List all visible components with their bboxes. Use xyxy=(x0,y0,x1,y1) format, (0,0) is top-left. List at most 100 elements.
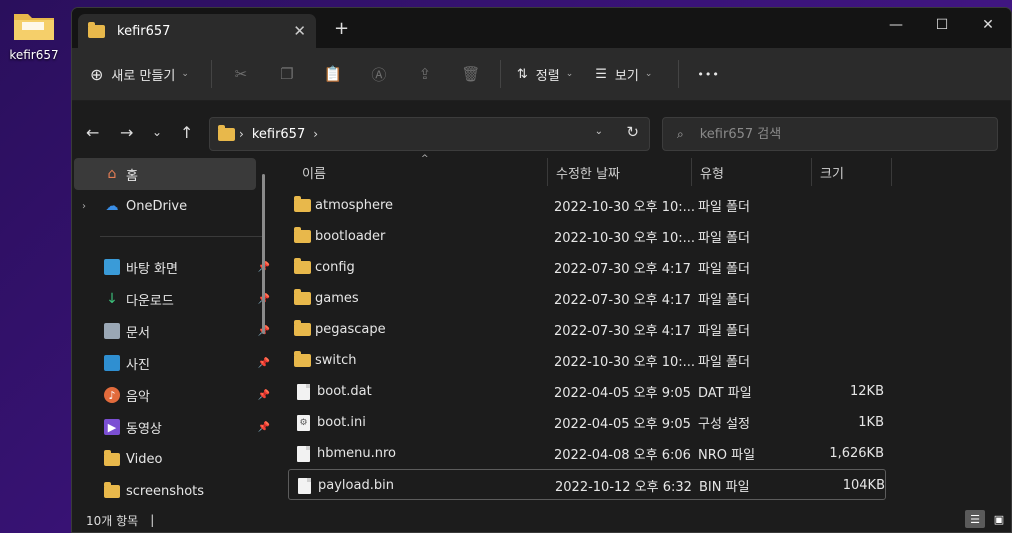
forward-arrow-icon[interactable]: → xyxy=(120,123,133,142)
toolbar-divider xyxy=(210,60,212,88)
sidebar-item-home[interactable]: ⌂ 홈 xyxy=(74,158,256,190)
file-type: BIN 파일 xyxy=(699,480,750,495)
column-header-size[interactable]: 크기 xyxy=(812,158,892,186)
details-view-icon[interactable]: ☰ xyxy=(965,510,985,528)
file-size: 1,626KB xyxy=(829,446,884,461)
toolbar-divider xyxy=(678,60,680,88)
navigation-pane: ⌂ 홈 › ☁ OneDrive 바탕 화면 📌 ↓ 다운로드 📌 문서 xyxy=(72,158,272,506)
sidebar-item-videos[interactable]: ▶ 동영상 📌 xyxy=(72,411,272,443)
cut-icon[interactable]: ✂ xyxy=(218,58,264,90)
file-type: 파일 폴더 xyxy=(698,200,750,215)
pin-icon: 📌 xyxy=(257,421,270,433)
minimize-button[interactable]: — xyxy=(873,8,919,42)
plus-circle-icon: ⊕ xyxy=(90,64,104,84)
column-header-modified[interactable]: 수정한 날짜 xyxy=(548,158,692,186)
sidebar-item-label: 사진 xyxy=(126,357,150,373)
sidebar-item-pictures[interactable]: 사진 📌 xyxy=(72,347,272,379)
search-box[interactable]: ⌕ xyxy=(662,117,998,151)
address-bar[interactable]: › kefir657 › ⌄ ↻ xyxy=(209,117,650,151)
table-row[interactable]: atmosphere 2022-10-30 오후 10:... 파일 폴더 xyxy=(276,190,1011,221)
sort-button[interactable]: ⇅ 정렬 ⌄ xyxy=(517,65,573,84)
file-icon xyxy=(298,477,311,494)
toolbar-divider xyxy=(499,60,501,88)
search-input[interactable] xyxy=(699,126,980,142)
table-row[interactable]: hbmenu.nro 2022-04-08 오후 6:06 NRO 파일 1,626K… xyxy=(276,438,1011,469)
table-row[interactable]: bootloader 2022-10-30 오후 10:... 파일 폴더 xyxy=(276,221,1011,252)
sidebar-item-documents[interactable]: 문서 📌 xyxy=(72,315,272,347)
sidebar-item-onedrive[interactable]: › ☁ OneDrive xyxy=(72,190,272,222)
sidebar-item-label: Video xyxy=(126,451,163,467)
maximize-button[interactable]: ☐ xyxy=(919,8,965,42)
sidebar-item-label: 바탕 화면 xyxy=(126,261,178,277)
desktop-icon-label: kefir657 xyxy=(9,48,59,62)
chevron-down-icon: ⌄ xyxy=(181,69,189,79)
cloud-icon: ☁ xyxy=(105,198,119,214)
sidebar-item-music[interactable]: ♪ 음악 📌 xyxy=(72,379,272,411)
music-icon: ♪ xyxy=(104,387,120,403)
close-window-button[interactable]: ✕ xyxy=(965,8,1011,42)
file-type: 파일 폴더 xyxy=(698,293,750,308)
file-name: boot.dat xyxy=(317,384,372,399)
table-row[interactable]: pegascape 2022-07-30 오후 4:17 파일 폴더 xyxy=(276,314,1011,345)
sidebar-item-label: 동영상 xyxy=(126,421,162,437)
table-row[interactable]: payload.bin 2022-10-12 오후 6:32 BIN 파일 104KB xyxy=(288,469,886,500)
column-header-type[interactable]: 유형 xyxy=(692,158,812,186)
sidebar-item-video-folder[interactable]: Video xyxy=(72,443,272,475)
breadcrumb-item[interactable]: kefir657 xyxy=(252,127,305,142)
expand-chevron-icon[interactable]: › xyxy=(82,201,86,212)
file-icon xyxy=(297,445,310,462)
share-icon[interactable]: ⇪ xyxy=(402,58,448,90)
table-row[interactable]: config 2022-07-30 오후 4:17 파일 폴더 xyxy=(276,252,1011,283)
home-icon: ⌂ xyxy=(107,166,117,182)
file-type: NRO 파일 xyxy=(698,448,756,463)
file-name: boot.ini xyxy=(317,415,366,430)
view-button[interactable]: ☰ 보기 ⌄ xyxy=(595,65,652,84)
copy-icon[interactable]: ❐ xyxy=(264,58,310,90)
up-arrow-icon[interactable]: ↑ xyxy=(180,123,193,142)
desktop-folder-icon[interactable]: kefir657 xyxy=(4,6,64,62)
sidebar-item-screenshots[interactable]: screenshots xyxy=(72,475,272,507)
file-type: 파일 폴더 xyxy=(698,355,750,370)
refresh-icon[interactable]: ↻ xyxy=(626,123,639,141)
sidebar-item-desktop[interactable]: 바탕 화면 📌 xyxy=(72,251,272,283)
sidebar-scrollbar[interactable] xyxy=(262,174,265,334)
file-list: ^ 이름 수정한 날짜 유형 크기 atmosphere 2022-10-30 오… xyxy=(276,154,1011,506)
table-row[interactable]: ⚙ boot.ini 2022-04-05 오후 9:05 구성 설정 1KB xyxy=(276,407,1011,438)
column-header-row: ^ 이름 수정한 날짜 유형 크기 xyxy=(276,154,1011,190)
file-type: 구성 설정 xyxy=(698,417,750,432)
folder-icon xyxy=(294,196,311,212)
file-name: bootloader xyxy=(315,229,386,244)
rename-icon[interactable]: Ⓐ xyxy=(356,58,402,90)
breadcrumb-chevron-icon[interactable]: › xyxy=(313,127,318,141)
folder-icon xyxy=(12,8,56,42)
close-tab-icon[interactable]: ✕ xyxy=(293,22,306,40)
file-size: 104KB xyxy=(842,478,885,493)
recent-chevron-icon[interactable]: ⌄ xyxy=(152,125,162,139)
pin-icon: 📌 xyxy=(257,357,270,369)
address-dropdown-icon[interactable]: ⌄ xyxy=(595,126,603,137)
chevron-down-icon: ⌄ xyxy=(644,69,653,79)
folder-icon xyxy=(294,320,311,336)
back-arrow-icon[interactable]: ← xyxy=(86,123,99,142)
picture-icon xyxy=(104,355,120,371)
delete-icon[interactable]: 🗑 xyxy=(448,58,494,90)
tiles-view-icon[interactable]: ▣ xyxy=(989,510,1009,528)
breadcrumb-chevron-icon[interactable]: › xyxy=(239,127,244,141)
file-size: 1KB xyxy=(858,415,884,430)
tab-kefir657[interactable]: kefir657 ✕ xyxy=(78,14,316,48)
download-icon: ↓ xyxy=(106,291,118,307)
file-modified: 2022-07-30 오후 4:17 xyxy=(554,324,691,339)
sidebar-divider xyxy=(100,236,264,237)
file-type: 파일 폴더 xyxy=(698,324,750,339)
document-icon xyxy=(104,323,120,339)
paste-icon[interactable]: 📋 xyxy=(310,58,356,90)
title-bar: kefir657 ✕ + — ☐ ✕ xyxy=(72,8,1011,48)
table-row[interactable]: boot.dat 2022-04-05 오후 9:05 DAT 파일 12KB xyxy=(276,376,1011,407)
new-tab-button[interactable]: + xyxy=(334,18,349,39)
table-row[interactable]: switch 2022-10-30 오후 10:... 파일 폴더 xyxy=(276,345,1011,376)
sidebar-item-downloads[interactable]: ↓ 다운로드 📌 xyxy=(72,283,272,315)
new-button[interactable]: ⊕ 새로 만들기 ⌄ xyxy=(90,65,189,84)
table-row[interactable]: games 2022-07-30 오후 4:17 파일 폴더 xyxy=(276,283,1011,314)
more-options-button[interactable]: ••• xyxy=(697,68,719,81)
column-header-name[interactable]: 이름 xyxy=(294,158,548,186)
